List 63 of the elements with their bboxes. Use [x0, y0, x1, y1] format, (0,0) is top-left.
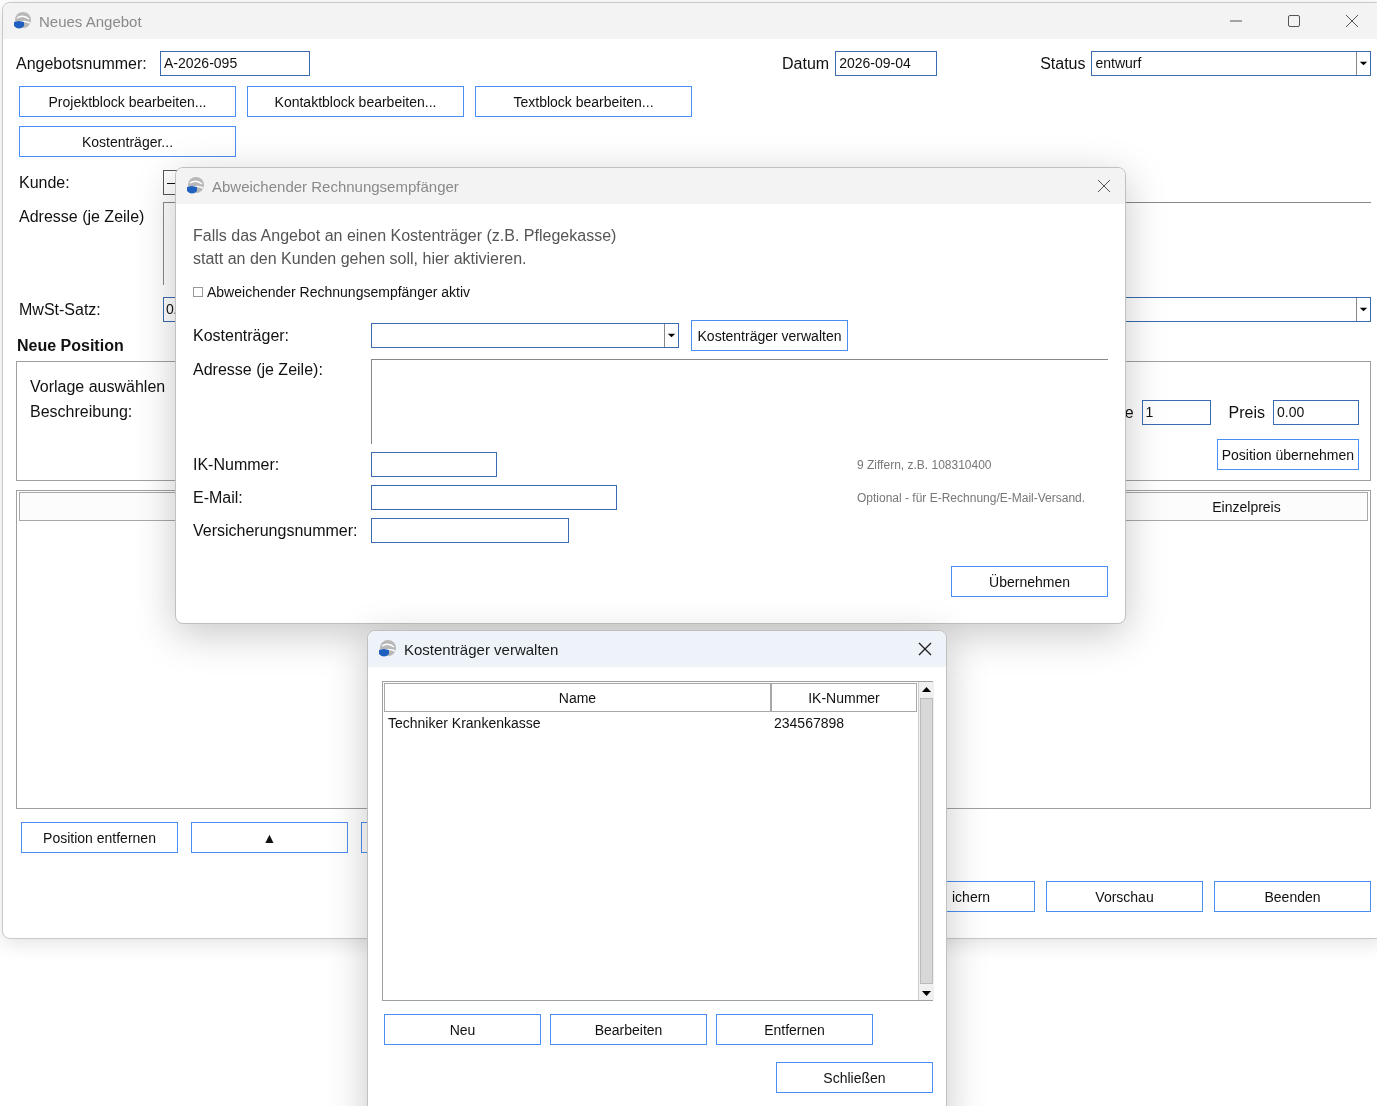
column-header[interactable]: Name	[384, 683, 771, 712]
hint-text: Optional - für E-Rechnung/E-Mail-Versand.	[857, 490, 1086, 505]
price-field[interactable]: 0.00	[1273, 400, 1359, 425]
template-label: Vorlage auswählen	[30, 378, 166, 396]
close-icon[interactable]	[918, 642, 932, 656]
payer-dropdown[interactable]	[371, 323, 679, 348]
edit-button[interactable]: Bearbeiten	[550, 1014, 707, 1045]
window-title: Kostenträger verwalten	[404, 640, 559, 658]
field-label: IK-Nummer:	[193, 455, 281, 474]
globe-shield-icon	[185, 176, 205, 196]
quantity-label: e	[1124, 403, 1134, 422]
offer-number-label: Angebotsnummer:	[16, 54, 148, 73]
hint-text: 9 Ziffern, z.B. 108310400	[857, 457, 992, 472]
status-dropdown[interactable]: entwurf	[1091, 51, 1371, 76]
date-field[interactable]: 2026-09-04	[835, 51, 938, 76]
maximize-icon[interactable]	[1287, 14, 1301, 28]
close-icon[interactable]	[1097, 179, 1111, 193]
remove-position-button[interactable]: Position entfernen	[21, 822, 178, 853]
column-header[interactable]: IK-Nummer	[771, 683, 917, 712]
offer-number-field[interactable]: A-2026-095	[160, 51, 310, 76]
edit-block-button[interactable]: Projektblock bearbeiten...	[19, 86, 236, 117]
move-up-button[interactable]: ▲	[191, 822, 348, 853]
column-header[interactable]: Einzelpreis	[1125, 492, 1368, 521]
new-button[interactable]: Neu	[384, 1014, 541, 1045]
vat-label: MwSt-Satz:	[19, 300, 102, 319]
intro-text: Falls das Angebot an einen Kostenträger (z.B. Pflegekasse) statt an den Kunden gehen soll, hier aktivieren.	[193, 226, 618, 269]
input-field[interactable]	[371, 485, 617, 510]
customer-label: Kunde:	[19, 173, 71, 192]
preview-button[interactable]: Vorschau	[1046, 881, 1203, 912]
input-field[interactable]	[371, 452, 497, 477]
input-field[interactable]	[371, 518, 569, 543]
date-label: Datum	[782, 54, 830, 73]
edit-block-button[interactable]: Kontaktblock bearbeiten...	[247, 86, 464, 117]
field-label: E-Mail:	[193, 488, 244, 507]
title-bar[interactable]: Kostenträger verwalten	[368, 631, 946, 667]
address-label: Adresse (je Zeile)	[19, 208, 146, 226]
exit-button[interactable]: Beenden	[1214, 881, 1371, 912]
payer-label: Kostenträger:	[193, 326, 291, 345]
remove-button[interactable]: Entfernen	[716, 1014, 873, 1045]
checkbox[interactable]	[193, 287, 203, 297]
close-button[interactable]: Schließen	[776, 1062, 933, 1093]
quantity-field[interactable]: 1	[1141, 400, 1211, 425]
cost-bearer-button[interactable]: Kostenträger...	[19, 126, 236, 157]
address-field[interactable]	[371, 359, 1108, 444]
field-label: Versicherungsnummer:	[193, 521, 359, 540]
address-label: Adresse (je Zeile):	[193, 361, 324, 379]
window-title: Neues Angebot	[39, 12, 142, 30]
window-title: Abweichender Rechnungsempfänger	[212, 177, 459, 195]
table-cell-text: 234567898	[773, 715, 845, 731]
table-cell-text: Techniker Krankenkasse	[387, 715, 542, 731]
apply-position-button[interactable]: Position übernehmen	[1216, 439, 1359, 470]
status-label: Status	[1040, 54, 1086, 73]
price-label: Preis	[1228, 403, 1265, 422]
globe-shield-icon	[377, 639, 397, 659]
checkbox-label[interactable]: Abweichender Rechnungsempfänger aktiv	[207, 284, 471, 300]
description-label: Beschreibung:	[30, 403, 134, 421]
globe-shield-icon	[12, 11, 32, 31]
scrollbar[interactable]	[918, 682, 934, 1000]
manage-payers-button[interactable]: Kostenträger verwalten	[691, 320, 848, 351]
apply-button[interactable]: Übernehmen	[951, 566, 1108, 597]
section-heading: Neue Position	[17, 337, 124, 355]
edit-block-button[interactable]: Textblock bearbeiten...	[475, 86, 692, 117]
close-icon[interactable]	[1345, 14, 1359, 28]
